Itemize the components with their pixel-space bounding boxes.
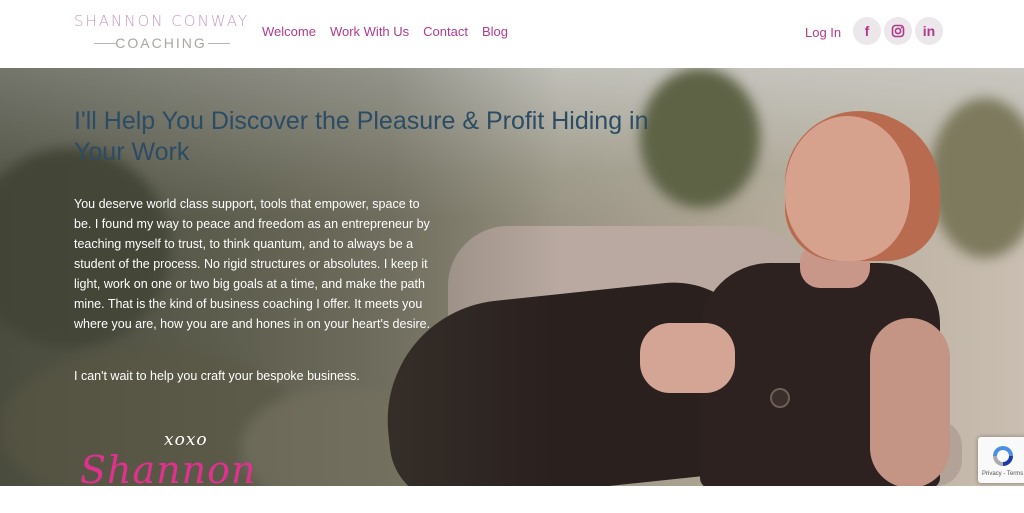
recaptcha-badge[interactable]: Privacy - Terms (978, 437, 1024, 483)
hero-paragraph-2: I can't wait to help you craft your besp… (74, 369, 360, 383)
logo-rule-right (208, 43, 230, 44)
logo-line-1: SHANNON CONWAY (74, 12, 250, 30)
social-links: f in (853, 17, 943, 45)
instagram-icon (891, 24, 905, 38)
signature-xoxo: xoxo (164, 430, 208, 450)
hero-section: I'll Help You Discover the Pleasure & Pr… (0, 68, 1024, 486)
background-tree (640, 68, 760, 208)
main-nav: Welcome Work With Us Contact Blog (262, 24, 508, 40)
page-bottom-strip (0, 486, 1024, 513)
facebook-button[interactable]: f (853, 17, 881, 45)
signature-name: Shannon (80, 448, 257, 486)
nav-item-work-with-us[interactable]: Work With Us (330, 24, 409, 40)
site-logo[interactable]: SHANNON CONWAY COACHING (74, 12, 248, 54)
photo-subject-watch (770, 388, 790, 408)
facebook-icon: f (864, 23, 870, 39)
nav-item-blog[interactable]: Blog (482, 24, 508, 40)
hero-paragraph-1: You deserve world class support, tools t… (74, 197, 431, 331)
background-tree (930, 98, 1024, 258)
recaptcha-links[interactable]: Privacy - Terms (982, 471, 1023, 477)
hero-title: I'll Help You Discover the Pleasure & Pr… (74, 107, 649, 166)
recaptcha-icon (993, 446, 1013, 466)
nav-item-contact[interactable]: Contact (423, 24, 468, 40)
photo-subject-hands (640, 323, 735, 393)
linkedin-button[interactable]: in (915, 17, 943, 45)
login-link[interactable]: Log In (805, 25, 841, 41)
photo-subject-face (785, 116, 910, 261)
instagram-button[interactable] (884, 17, 912, 45)
photo-subject-arm (870, 318, 950, 486)
logo-line-2-text: COACHING (115, 35, 207, 51)
linkedin-icon: in (922, 23, 936, 39)
logo-rule-left (94, 43, 116, 44)
logo-line-2: COACHING (74, 33, 248, 53)
nav-item-welcome[interactable]: Welcome (262, 24, 316, 40)
site-header: SHANNON CONWAY COACHING Welcome Work Wit… (0, 0, 1024, 68)
